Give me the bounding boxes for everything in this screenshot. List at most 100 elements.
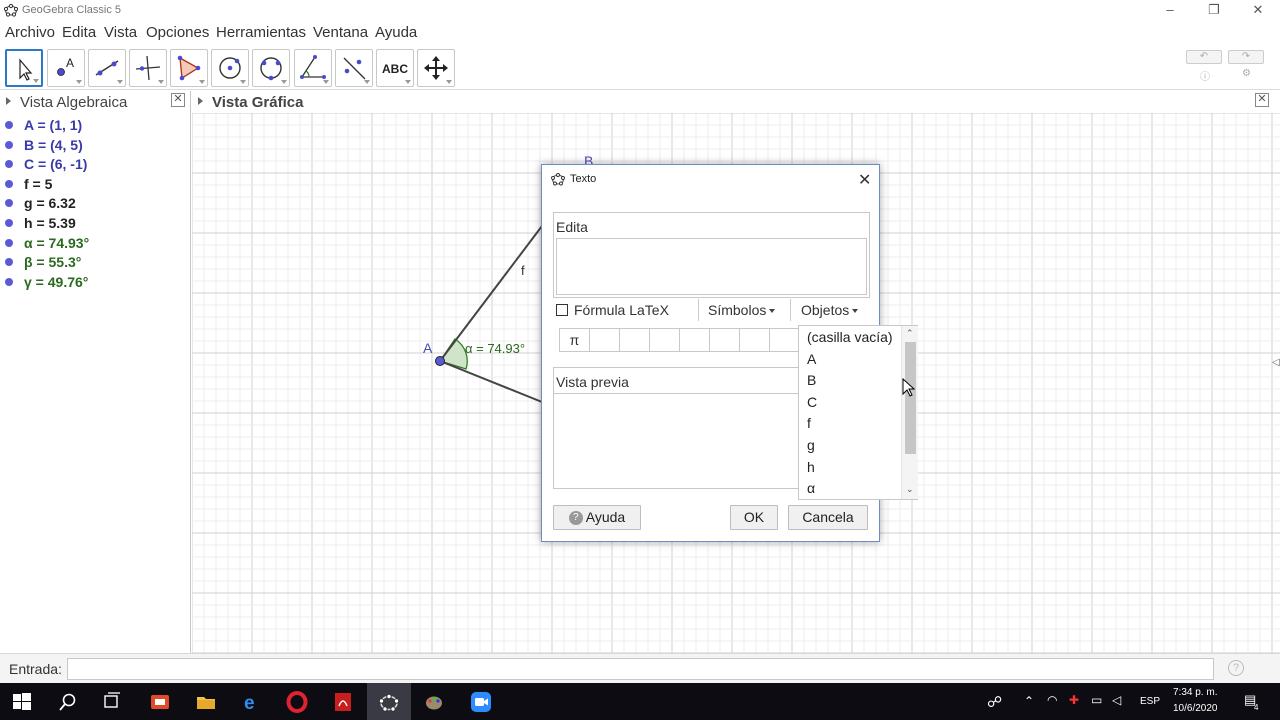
help-button[interactable]: ? Ayuda xyxy=(553,505,641,530)
gear-icon[interactable]: ⚙ xyxy=(1242,68,1251,79)
algebra-item[interactable]: A = (1, 1) xyxy=(0,117,190,137)
algebra-item[interactable]: h = 5.39 xyxy=(0,215,190,235)
visibility-dot-icon[interactable] xyxy=(5,199,13,208)
object-option[interactable]: C xyxy=(807,394,817,410)
paint-app-icon[interactable] xyxy=(423,691,445,713)
symbol-cell[interactable]: π xyxy=(560,329,590,351)
object-option[interactable]: α xyxy=(807,480,815,496)
ok-button[interactable]: OK xyxy=(730,505,778,530)
security-icon[interactable]: ✚ xyxy=(1069,693,1079,707)
menu-opciones[interactable]: Opciones xyxy=(146,24,209,41)
task-view-icon[interactable] xyxy=(101,691,123,713)
clock-time[interactable]: 7:34 p. m. xyxy=(1173,687,1217,698)
circle-tool-button[interactable] xyxy=(211,49,249,87)
menu-archivo[interactable]: Archivo xyxy=(5,24,55,41)
latex-checkbox[interactable] xyxy=(556,304,568,316)
menu-herramientas[interactable]: Herramientas xyxy=(216,24,306,41)
undo-button[interactable]: ↶ xyxy=(1186,50,1222,64)
symbols-dropdown[interactable]: Símbolos xyxy=(708,302,776,318)
battery-icon[interactable]: ▭ xyxy=(1091,693,1102,707)
circle-three-points-tool-button[interactable] xyxy=(252,49,290,87)
scroll-down-icon[interactable]: ⌄ xyxy=(906,484,914,495)
menu-ayuda[interactable]: Ayuda xyxy=(375,24,417,41)
move-tool-button[interactable] xyxy=(5,49,43,87)
algebra-item[interactable]: γ = 49.76° xyxy=(0,274,190,294)
angle-tool-button[interactable] xyxy=(294,49,332,87)
menu-edita[interactable]: Edita xyxy=(62,24,96,41)
symbol-cell[interactable] xyxy=(620,329,650,351)
point-a[interactable] xyxy=(435,356,445,366)
object-option[interactable]: h xyxy=(807,459,815,475)
popup-scrollbar[interactable]: ⌃ ⌄ xyxy=(901,326,918,499)
objects-dropdown[interactable]: Objetos xyxy=(801,302,859,318)
symbol-cell[interactable] xyxy=(650,329,680,351)
chevron-up-icon[interactable]: ⌃ xyxy=(1024,694,1034,708)
visibility-dot-icon[interactable] xyxy=(5,121,13,129)
close-graphics-view-button[interactable]: ✕ xyxy=(1255,93,1269,107)
menu-ventana[interactable]: Ventana xyxy=(313,24,368,41)
object-option[interactable]: f xyxy=(807,415,811,431)
symbol-cell[interactable] xyxy=(770,329,798,351)
visibility-dot-icon[interactable] xyxy=(5,258,13,267)
restore-button[interactable]: ❐ xyxy=(1192,0,1236,22)
symbol-cell[interactable] xyxy=(680,329,710,351)
algebra-item[interactable]: β = 55.3° xyxy=(0,254,190,274)
scroll-thumb[interactable] xyxy=(905,342,916,454)
symbol-cell[interactable] xyxy=(740,329,770,351)
search-icon[interactable] xyxy=(57,691,79,713)
reflect-tool-button[interactable] xyxy=(335,49,373,87)
close-algebra-view-button[interactable]: ✕ xyxy=(171,93,185,107)
windows-start-icon[interactable] xyxy=(11,691,33,713)
point-tool-button[interactable]: A xyxy=(47,49,85,87)
visibility-dot-icon[interactable] xyxy=(5,277,13,286)
file-explorer-icon[interactable] xyxy=(195,691,217,713)
visibility-dot-icon[interactable] xyxy=(5,218,13,227)
polygon-tool-button[interactable] xyxy=(170,49,208,87)
clock-date[interactable]: 10/6/2020 xyxy=(1173,703,1218,714)
dialog-close-button[interactable]: ✕ xyxy=(858,170,871,190)
algebra-item[interactable]: α = 74.93° xyxy=(0,235,190,255)
collapse-caret-icon[interactable] xyxy=(6,97,11,105)
move-graphics-tool-button[interactable] xyxy=(417,49,455,87)
minimize-button[interactable]: – xyxy=(1148,0,1192,22)
object-option[interactable]: A xyxy=(807,351,816,367)
wifi-icon[interactable]: ◠ xyxy=(1047,693,1057,707)
object-option[interactable]: (casilla vacía) xyxy=(807,329,893,345)
language-indicator[interactable]: ESP xyxy=(1140,696,1160,707)
visibility-dot-icon[interactable] xyxy=(5,179,13,188)
symbol-cell[interactable] xyxy=(590,329,620,351)
visibility-dot-icon[interactable] xyxy=(5,160,13,169)
object-option[interactable]: B xyxy=(807,372,816,388)
cancel-button[interactable]: Cancela xyxy=(788,505,868,530)
algebra-item[interactable]: f = 5 xyxy=(0,176,190,196)
object-option[interactable]: g xyxy=(807,437,815,453)
visibility-dot-icon[interactable] xyxy=(5,238,13,247)
zoom-app-icon[interactable] xyxy=(470,691,492,713)
collapse-caret-icon[interactable] xyxy=(198,97,203,105)
close-button[interactable]: ✕ xyxy=(1236,0,1280,22)
algebra-item[interactable]: C = (6, -1) xyxy=(0,156,190,176)
visibility-dot-icon[interactable] xyxy=(5,140,13,149)
algebra-item[interactable]: g = 6.32 xyxy=(0,195,190,215)
edge-browser-icon[interactable]: e xyxy=(241,691,263,713)
line-tool-button[interactable] xyxy=(88,49,126,87)
symbol-cell[interactable] xyxy=(710,329,740,351)
app-red-icon[interactable] xyxy=(149,691,171,713)
algebra-item[interactable]: B = (4, 5) xyxy=(0,137,190,157)
geogebra-taskbar-icon[interactable] xyxy=(378,691,400,713)
people-icon[interactable]: ☍ xyxy=(987,693,1002,711)
edit-text-area[interactable] xyxy=(556,238,867,295)
pdf-reader-icon[interactable] xyxy=(332,691,354,713)
expand-side-icon[interactable]: ◁ xyxy=(1272,357,1280,368)
menu-vista[interactable]: Vista xyxy=(104,24,137,41)
help-icon[interactable]: ⓘ xyxy=(1200,68,1210,83)
input-field[interactable] xyxy=(67,658,1214,680)
opera-browser-icon[interactable] xyxy=(286,691,308,713)
scroll-up-icon[interactable]: ⌃ xyxy=(906,328,914,339)
redo-button[interactable]: ↷ xyxy=(1228,50,1264,64)
volume-icon[interactable]: ◁ xyxy=(1112,693,1121,707)
perpendicular-tool-button[interactable] xyxy=(129,49,167,87)
segment-h[interactable] xyxy=(439,360,543,403)
input-help-icon[interactable]: ? xyxy=(1228,660,1244,676)
text-tool-button[interactable]: ABC xyxy=(376,49,414,87)
